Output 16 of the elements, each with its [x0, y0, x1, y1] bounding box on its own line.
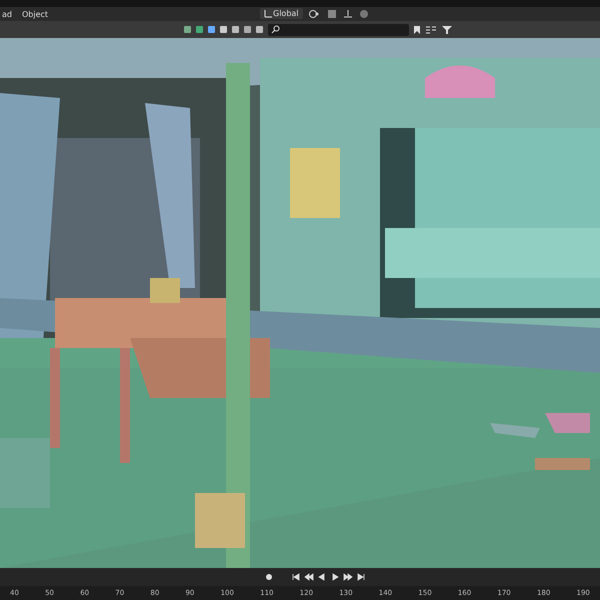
play-reverse-icon[interactable] [317, 572, 327, 582]
search-field[interactable] [268, 24, 409, 36]
menu-item[interactable]: ad [0, 10, 14, 18]
filter-funnel-icon[interactable] [441, 24, 453, 34]
display-mode-icon[interactable] [425, 24, 437, 34]
previous-keyframe-icon[interactable] [304, 572, 314, 582]
play-icon[interactable] [330, 572, 340, 582]
jump-start-icon[interactable] [291, 572, 301, 582]
next-keyframe-icon[interactable] [343, 572, 353, 582]
axis-icon [264, 9, 273, 18]
orientation-dropdown[interactable]: Global [260, 8, 303, 19]
bookmark-icon[interactable] [413, 24, 421, 34]
jump-end-icon[interactable] [356, 572, 366, 582]
search-icon [271, 25, 280, 34]
record-icon[interactable] [264, 572, 274, 582]
menu-item[interactable]: Object [20, 10, 50, 18]
